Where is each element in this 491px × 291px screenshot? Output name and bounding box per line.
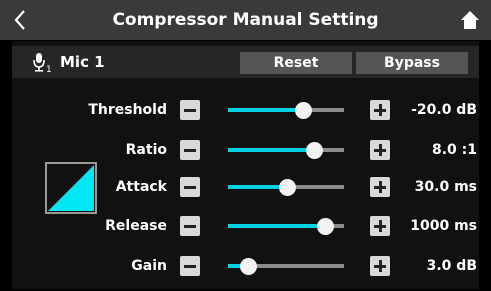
minus-icon [184, 265, 196, 268]
slider-fill [228, 108, 303, 112]
release-label: Release [105, 218, 167, 234]
plus-icon-vertical [378, 144, 382, 156]
threshold-decrease-button[interactable] [180, 100, 200, 120]
page-title: Compressor Manual Setting [112, 10, 379, 30]
attack-value: 30.0 ms [414, 179, 477, 195]
ratio-slider[interactable] [228, 141, 344, 159]
channel-label: Mic 1 [60, 53, 105, 71]
slider-thumb[interactable] [316, 217, 334, 235]
plus-icon-vertical [378, 260, 382, 272]
plus-icon-vertical [378, 181, 382, 193]
gain-label: Gain [131, 258, 167, 274]
microphone-icon: 1 [32, 52, 54, 75]
release-value: 1000 ms [410, 218, 477, 234]
attack-increase-button[interactable] [370, 177, 390, 197]
attack-slider[interactable] [228, 178, 344, 196]
minus-icon [184, 109, 196, 112]
slider-thumb[interactable] [294, 101, 312, 119]
slider-fill [228, 224, 325, 228]
home-button[interactable] [457, 7, 483, 33]
plus-icon-vertical [378, 220, 382, 232]
ratio-increase-button[interactable] [370, 140, 390, 160]
slider-thumb[interactable] [239, 257, 257, 275]
mic-channel-subscript: 1 [46, 65, 52, 74]
gain-decrease-button[interactable] [180, 256, 200, 276]
ratio-label: Ratio [125, 142, 167, 158]
slider-thumb[interactable] [278, 178, 296, 196]
minus-icon [184, 149, 196, 152]
gain-value: 3.0 dB [426, 258, 477, 274]
gain-slider[interactable] [228, 257, 344, 275]
home-icon [461, 11, 479, 29]
slider-track [287, 185, 344, 189]
minus-icon [184, 186, 196, 189]
bypass-button[interactable]: Bypass [356, 52, 468, 74]
slider-fill [228, 148, 314, 152]
threshold-value: -20.0 dB [411, 102, 477, 118]
ratio-decrease-button[interactable] [180, 140, 200, 160]
slider-track [248, 264, 344, 268]
threshold-increase-button[interactable] [370, 100, 390, 120]
plus-icon-vertical [378, 104, 382, 116]
attack-label: Attack [115, 179, 167, 195]
attack-decrease-button[interactable] [180, 177, 200, 197]
threshold-slider[interactable] [228, 101, 344, 119]
reset-button[interactable]: Reset [240, 52, 352, 74]
ratio-value: 8.0 :1 [431, 142, 477, 158]
threshold-label: Threshold [88, 102, 167, 118]
release-decrease-button[interactable] [180, 216, 200, 236]
slider-thumb[interactable] [305, 141, 323, 159]
release-increase-button[interactable] [370, 216, 390, 236]
gain-increase-button[interactable] [370, 256, 390, 276]
minus-icon [184, 225, 196, 228]
release-slider[interactable] [228, 217, 344, 235]
